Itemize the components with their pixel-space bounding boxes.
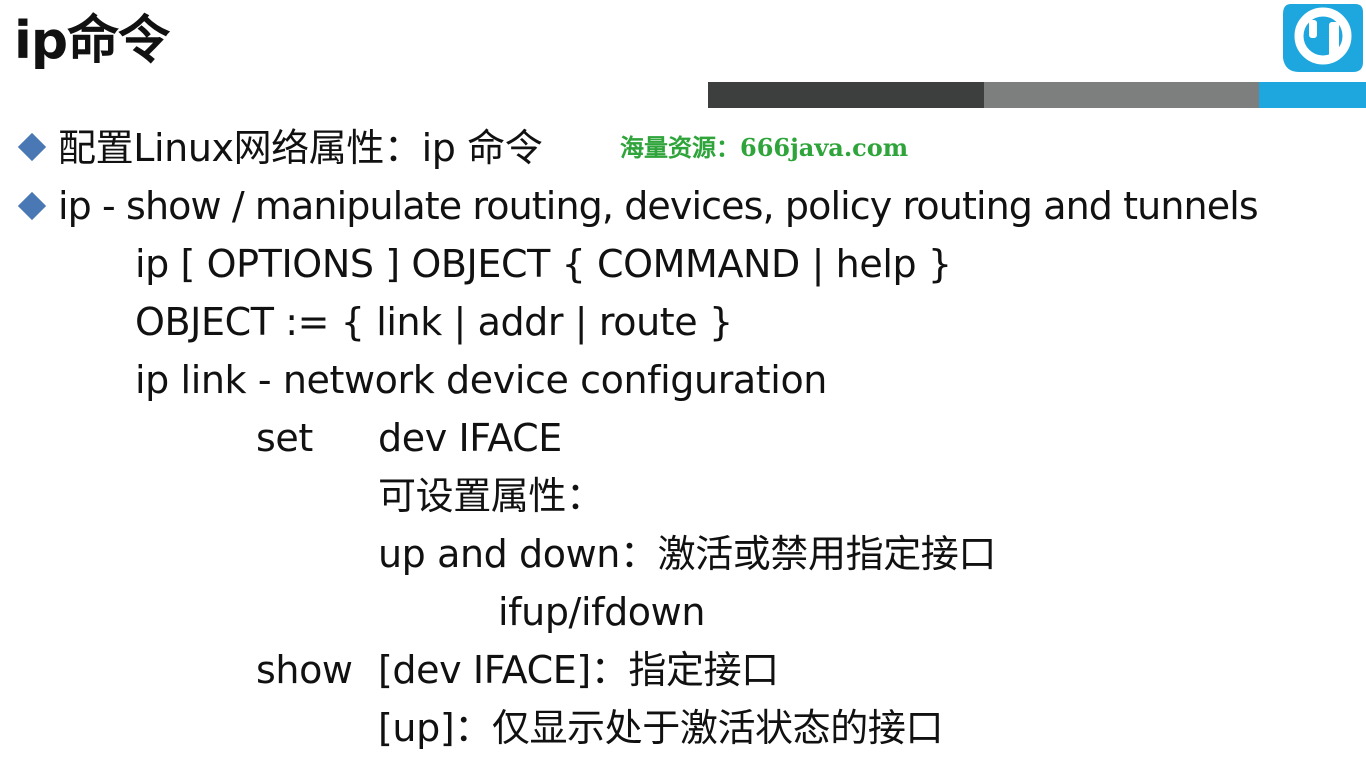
diamond-bullet-icon [17,132,47,162]
bullet-text: ip - show / manipulate routing, devices,… [58,184,1259,228]
ifupdown-line: ifup/ifdown [498,590,706,634]
header-bar-dark [708,82,984,108]
set-label: set [256,416,313,460]
up-line: [up]：仅显示处于激活状态的接口 [378,706,944,750]
syntax-line: ip [ OPTIONS ] OBJECT { COMMAND | help } [135,242,952,286]
show-label: show [256,648,353,692]
updown-line: up and down：激活或禁用指定接口 [378,532,996,576]
diamond-bullet-icon [17,191,47,221]
bullet-text: 配置Linux网络属性：ip 命令 [58,126,543,170]
show-value: [dev IFACE]：指定接口 [378,648,779,692]
page-title: ip命令 [14,11,170,71]
set-value: dev IFACE [378,416,562,460]
logo-icon [1283,4,1363,72]
watermark: 海量资源：666java.com [620,133,909,162]
ip-link-line: ip link - network device configuration [135,358,827,402]
set-attr-line: 可设置属性： [378,474,604,518]
object-line: OBJECT := { link | addr | route } [135,300,733,344]
header-bar-grey [984,82,1259,108]
header-bar-blue [1259,82,1366,108]
